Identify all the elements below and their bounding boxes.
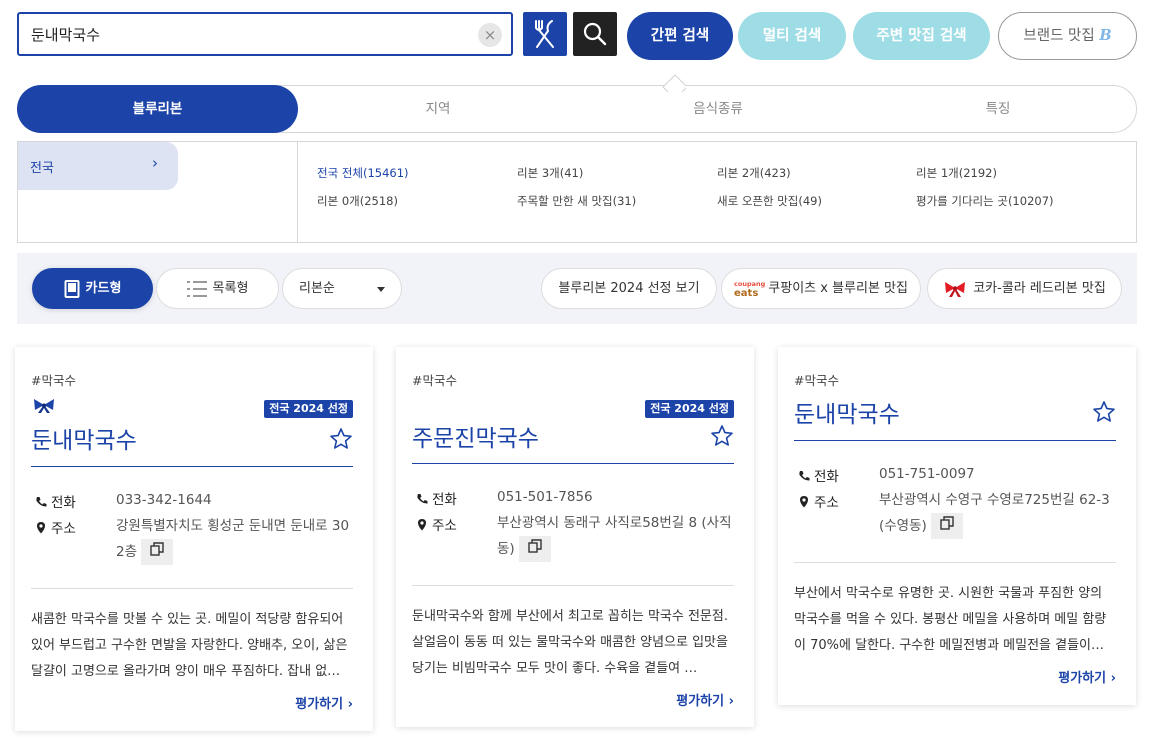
- tab-pointer: [662, 68, 686, 92]
- coupang-eats-button[interactable]: coupang eats 쿠팡이츠 x 블루리본 맛집: [721, 268, 921, 309]
- restaurant-description: 부산에서 막국수로 유명한 곳. 시원한 국물과 푸짐한 양의 막국수를 먹을 …: [794, 586, 1107, 653]
- star-icon[interactable]: [1092, 400, 1116, 424]
- selection-2024-badge: 전국 2024 선정: [264, 400, 353, 418]
- restaurant-description: 새콤한 막국수를 맛볼 수 있는 곳. 메밀이 적당량 함유되어 있어 부드럽고…: [31, 612, 348, 679]
- sort-select[interactable]: 리본순: [282, 268, 402, 309]
- divider: [412, 585, 734, 586]
- location-pin-icon: [37, 522, 45, 534]
- ribbon-2024-button[interactable]: 블루리본 2024 선정 보기: [541, 268, 717, 309]
- copy-icon: [940, 516, 954, 530]
- search-icon: [583, 22, 607, 46]
- restaurant-title[interactable]: 둔내막국수: [31, 421, 137, 455]
- tab-features[interactable]: 특징: [858, 85, 1138, 133]
- restaurant-card[interactable]: #막국수 전국 2024 선정 주문진막국수 전화 051-501-7856 주…: [396, 347, 754, 727]
- address-text: 강원특별자치도 횡성군 둔내면 둔내로 30 2층: [116, 513, 353, 565]
- filter-ribbon-0[interactable]: 리본 0개(2518): [317, 193, 398, 209]
- search-input[interactable]: [17, 12, 513, 56]
- clear-search-icon[interactable]: ×: [478, 23, 502, 47]
- card-tag: #막국수: [794, 373, 839, 388]
- red-ribbon-icon: [945, 281, 966, 297]
- fork-knife-icon: [535, 20, 554, 48]
- location-pin-icon: [418, 519, 426, 531]
- list-icon: [186, 280, 207, 297]
- phone-label: 전화: [798, 465, 839, 485]
- phone-label: 전화: [35, 491, 76, 511]
- filter-ribbon-1[interactable]: 리본 1개(2192): [916, 165, 997, 181]
- card-tag: #막국수: [412, 373, 457, 388]
- book-icon: [64, 279, 80, 298]
- list-view-button[interactable]: 목록형: [156, 268, 279, 309]
- filter-ribbon-2[interactable]: 리본 2개(423): [717, 165, 791, 181]
- nearby-search-button[interactable]: 주변 맛집 검색: [853, 12, 990, 60]
- filter-all[interactable]: 전국 전체(15461): [317, 165, 409, 181]
- phone-number: 051-751-0097: [879, 466, 975, 482]
- divider: [31, 588, 353, 589]
- ribbon-filter-panel: 전국 › 전국 전체(15461) 리본 3개(41) 리본 2개(423) 리…: [17, 141, 1137, 243]
- list-view-label: 목록형: [212, 281, 249, 296]
- brand-search-label: 브랜드 맛집: [1023, 28, 1095, 44]
- restaurant-title[interactable]: 주문진막국수: [412, 419, 539, 453]
- address-label: 주소: [416, 514, 457, 534]
- caret-down-icon: [377, 287, 385, 292]
- food-category-button[interactable]: [523, 12, 567, 56]
- divider: [297, 142, 298, 242]
- blue-ribbon-icon: [34, 399, 54, 413]
- divider: [794, 562, 1116, 563]
- search-button[interactable]: [573, 12, 617, 56]
- tab-region[interactable]: 지역: [298, 85, 578, 133]
- rate-button[interactable]: 평가하기 ›: [676, 690, 734, 709]
- address-label: 주소: [798, 491, 839, 511]
- phone-icon: [36, 497, 47, 507]
- coupang-eats-label: 쿠팡이츠 x 블루리본 맛집: [768, 281, 908, 296]
- brand-b-icon: B: [1099, 27, 1112, 44]
- region-label: 전국: [30, 161, 54, 176]
- tab-food-type[interactable]: 음식종류: [578, 85, 858, 133]
- coca-cola-button[interactable]: 코카-콜라 레드리본 맛집: [927, 268, 1122, 309]
- copy-icon: [527, 539, 542, 553]
- rate-button[interactable]: 평가하기 ›: [1058, 667, 1116, 686]
- coca-cola-label: 코카-콜라 레드리본 맛집: [973, 281, 1106, 296]
- copy-address-button[interactable]: [930, 513, 963, 539]
- rate-button[interactable]: 평가하기 ›: [295, 693, 353, 712]
- brand-search-button[interactable]: 브랜드 맛집 B: [998, 12, 1137, 60]
- phone-label: 전화: [416, 488, 457, 508]
- title-underline: [794, 440, 1116, 441]
- card-view-button[interactable]: 카드형: [32, 268, 153, 309]
- copy-address-button[interactable]: [141, 539, 174, 565]
- region-nationwide[interactable]: 전국 ›: [18, 142, 178, 190]
- card-tag: #막국수: [31, 373, 76, 388]
- filter-notable-new[interactable]: 주목할 만한 새 맛집(31): [517, 193, 636, 209]
- view-toolbar: 카드형 목록형 리본순 블루리본 2024 선정 보기 coupang eats 쿠…: [17, 253, 1137, 324]
- phone-icon: [799, 471, 810, 481]
- copy-icon: [150, 542, 164, 556]
- filter-ribbon-3[interactable]: 리본 3개(41): [517, 165, 583, 181]
- location-pin-icon: [800, 496, 808, 508]
- coupang-eats-logo: coupang eats: [734, 279, 766, 299]
- restaurant-card[interactable]: #막국수 전국 2024 선정 둔내막국수 전화 033-342-1644 주소…: [15, 347, 373, 731]
- tab-blueribbon[interactable]: 블루리본: [17, 85, 298, 133]
- phone-icon: [417, 494, 428, 504]
- phone-number: 033-342-1644: [116, 492, 212, 508]
- restaurant-title[interactable]: 둔내막국수: [794, 395, 900, 429]
- simple-search-button[interactable]: 간편 검색: [627, 12, 733, 60]
- address-text: 부산광역시 수영구 수영로725번길 62-3 (수영동): [879, 487, 1116, 539]
- star-icon[interactable]: [710, 424, 734, 448]
- filter-tab-bar: 블루리본 지역 음식종류 특징: [17, 85, 1137, 133]
- title-underline: [31, 466, 353, 467]
- selection-2024-badge: 전국 2024 선정: [645, 400, 734, 418]
- filter-newly-opened[interactable]: 새로 오픈한 맛집(49): [717, 193, 822, 209]
- title-underline: [412, 463, 734, 464]
- restaurant-description: 둔내막국수와 함께 부산에서 최고로 꼽히는 막국수 전문점. 살얼음이 동동 …: [412, 609, 728, 676]
- card-view-label: 카드형: [85, 281, 122, 296]
- star-icon[interactable]: [329, 427, 353, 451]
- phone-number: 051-501-7856: [497, 489, 593, 505]
- sort-label: 리본순: [299, 281, 335, 296]
- multi-search-button[interactable]: 멀티 검색: [738, 12, 846, 60]
- copy-address-button[interactable]: [518, 536, 551, 562]
- address-label: 주소: [35, 517, 76, 537]
- chevron-right-icon: ›: [152, 154, 158, 172]
- filter-awaiting-review[interactable]: 평가를 기다리는 곳(10207): [916, 193, 1054, 209]
- restaurant-card[interactable]: #막국수 둔내막국수 전화 051-751-0097 주소 부산광역시 수영구 …: [778, 347, 1136, 705]
- address-text: 부산광역시 동래구 사직로58번길 8 (사직동): [497, 510, 734, 562]
